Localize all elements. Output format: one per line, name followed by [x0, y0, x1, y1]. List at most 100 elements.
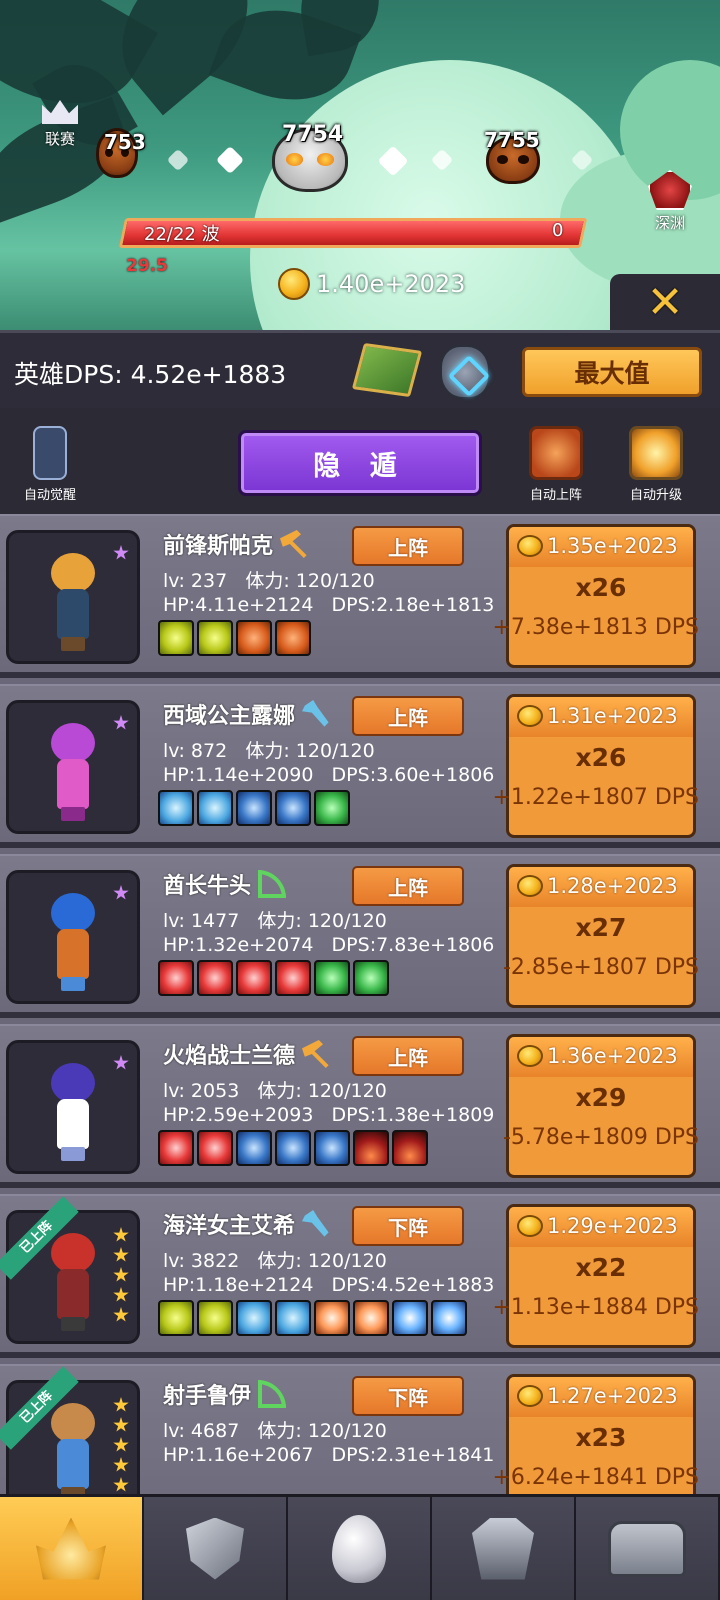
league-label: 联赛 — [44, 130, 75, 148]
skill-blue-icon[interactable] — [275, 1130, 311, 1166]
hero-dps-text: 英雄DPS: 4.52e+1883 — [14, 360, 287, 389]
skill-blue-icon[interactable] — [236, 1130, 272, 1166]
tab-heroes[interactable] — [0, 1497, 144, 1600]
skill-drop-icon[interactable] — [392, 1130, 428, 1166]
hero-portrait[interactable] — [6, 700, 140, 834]
hero-hp: HP:1.18e+2124 — [163, 1274, 314, 1296]
upgrade-button[interactable]: 1.31e+2023 x26 +1.22e+1807 DPS — [492, 694, 699, 838]
upgrade-button[interactable]: 1.27e+2023 x23 +6.24e+1841 DPS — [492, 1374, 699, 1494]
skill-orange-icon[interactable] — [275, 620, 311, 656]
skill-blue-ice-icon[interactable] — [431, 1300, 467, 1336]
treasure-chest-icon — [608, 1520, 686, 1577]
skill-green-icon[interactable] — [314, 790, 350, 826]
hero-stamina: 体力: 120/120 — [257, 1080, 387, 1102]
abyss-button[interactable]: 深渊 — [640, 170, 700, 233]
league-button[interactable]: 联赛 — [38, 100, 82, 149]
skill-drop-icon[interactable] — [353, 1130, 389, 1166]
skill-yellow-icon[interactable] — [197, 1300, 233, 1336]
skill-green-icon[interactable] — [314, 960, 350, 996]
skill-yellow-icon[interactable] — [158, 620, 194, 656]
upgrade-multiplier: x27 — [575, 913, 627, 942]
upgrade-cost: 1.31e+2023 — [517, 704, 678, 728]
skill-ice-icon[interactable] — [236, 1300, 272, 1336]
upgrade-button[interactable]: 1.28e+2023 x27 -2.85e+1807 DPS — [502, 864, 699, 1008]
close-button[interactable]: ✕ — [610, 274, 720, 330]
star-rating — [113, 1227, 129, 1327]
skill-ice-icon[interactable] — [275, 1300, 311, 1336]
hero-portrait[interactable] — [6, 530, 140, 664]
hero-level: lv: 872 — [163, 740, 228, 762]
skill-red-icon[interactable] — [197, 960, 233, 996]
skill-row — [158, 1130, 428, 1166]
avatar-head — [51, 893, 95, 933]
upgrade-cost-value: 1.28e+2023 — [547, 874, 678, 898]
avatar-body — [57, 1269, 89, 1319]
rune-stone-icon[interactable] — [440, 345, 490, 399]
upgrade-multiplier: x26 — [575, 573, 627, 602]
star-icon — [113, 1457, 129, 1472]
deploy-button[interactable]: 上阵 — [352, 696, 464, 736]
deploy-button[interactable]: 上阵 — [352, 866, 464, 906]
upgrade-button[interactable]: 1.29e+2023 x22 +1.13e+1884 DPS — [492, 1204, 699, 1348]
hero-row[interactable]: 已上阵 射手鲁伊 下阵 lv: 4687 体力: 120/120 HP:1.16e+20… — [0, 1364, 720, 1494]
hero-row[interactable]: 酋长牛头 上阵 lv: 1477 体力: 120/120 HP:1.32e+2074 … — [0, 854, 720, 1018]
hero-portrait[interactable] — [6, 870, 140, 1004]
star-icon — [113, 1397, 129, 1412]
deploy-button[interactable]: 下阵 — [352, 1206, 464, 1246]
hero-portrait[interactable] — [6, 1040, 140, 1174]
max-button[interactable]: 最大值 — [522, 347, 702, 397]
book-icon[interactable] — [351, 342, 423, 398]
hero-level-stamina: lv: 237 体力: 120/120 — [163, 566, 375, 593]
upgrade-cost-value: 1.31e+2023 — [547, 704, 678, 728]
avatar-legs — [61, 1147, 85, 1161]
hero-level: lv: 1477 — [163, 910, 240, 932]
skill-blue-ice-icon[interactable] — [392, 1300, 428, 1336]
star-icon — [113, 1287, 129, 1302]
skill-blue-icon[interactable] — [236, 790, 272, 826]
hero-row[interactable]: 西域公主露娜 上阵 lv: 872 体力: 120/120 HP:1.14e+2090… — [0, 684, 720, 848]
deploy-button[interactable]: 下阵 — [352, 1376, 464, 1416]
skill-ice-icon[interactable] — [197, 790, 233, 826]
skill-blue-icon[interactable] — [275, 790, 311, 826]
hero-row[interactable]: 前锋斯帕克 上阵 lv: 237 体力: 120/120 HP:4.11e+2124 … — [0, 514, 720, 678]
skill-blue-icon[interactable] — [314, 1130, 350, 1166]
upgrade-button[interactable]: 1.35e+2023 x26 +7.38e+1813 DPS — [492, 524, 699, 668]
skill-red-icon[interactable] — [158, 1130, 194, 1166]
hero-row[interactable]: 已上阵 海洋女主艾希 下阵 lv: 3822 体力: 120/120 HP:1.18e+… — [0, 1194, 720, 1358]
upgrade-button[interactable]: 1.36e+2023 x29 -5.78e+1809 DPS — [503, 1034, 699, 1178]
skill-orange-icon[interactable] — [236, 620, 272, 656]
auto-deploy-button[interactable]: 自动上阵 — [516, 426, 596, 503]
skill-ice-icon[interactable] — [158, 790, 194, 826]
avatar-body — [57, 759, 89, 809]
deploy-button[interactable]: 上阵 — [352, 1036, 464, 1076]
avatar-body — [57, 929, 89, 979]
deploy-button[interactable]: 上阵 — [352, 526, 464, 566]
skill-row — [158, 790, 350, 826]
tab-equipment[interactable] — [144, 1497, 288, 1600]
tab-chest[interactable] — [576, 1497, 720, 1600]
hide-button[interactable]: 隐 遁 — [238, 430, 482, 496]
auto-awaken-button[interactable]: 自动觉醒 — [10, 426, 90, 503]
hero-dps: DPS:3.60e+1806 — [331, 764, 495, 786]
skill-cat-icon[interactable] — [314, 1300, 350, 1336]
hero-row[interactable]: 火焰战士兰德 上阵 lv: 2053 体力: 120/120 HP:2.59e+209… — [0, 1024, 720, 1188]
skill-red-icon[interactable] — [236, 960, 272, 996]
skill-yellow-icon[interactable] — [158, 1300, 194, 1336]
hero-list[interactable]: 前锋斯帕克 上阵 lv: 237 体力: 120/120 HP:4.11e+2124 … — [0, 514, 720, 1494]
skill-cat-icon[interactable] — [353, 1300, 389, 1336]
tab-armor[interactable] — [432, 1497, 576, 1600]
hero-level: lv: 4687 — [163, 1420, 240, 1442]
skill-yellow-icon[interactable] — [197, 620, 233, 656]
tab-eggs[interactable] — [288, 1497, 432, 1600]
upgrade-dps-gain: -2.85e+1807 DPS — [502, 955, 699, 980]
auto-upgrade-button[interactable]: 自动升级 — [616, 426, 696, 503]
purple-star-icon — [113, 885, 129, 900]
wrench-icon — [302, 700, 329, 727]
hero-portrait[interactable]: 已上阵 — [0, 1196, 140, 1344]
skill-red-icon[interactable] — [158, 960, 194, 996]
upgrade-cost-value: 1.27e+2023 — [547, 1384, 678, 1408]
skill-green-icon[interactable] — [353, 960, 389, 996]
skill-red-icon[interactable] — [275, 960, 311, 996]
skill-red-icon[interactable] — [197, 1130, 233, 1166]
hero-portrait[interactable]: 已上阵 — [0, 1366, 140, 1494]
